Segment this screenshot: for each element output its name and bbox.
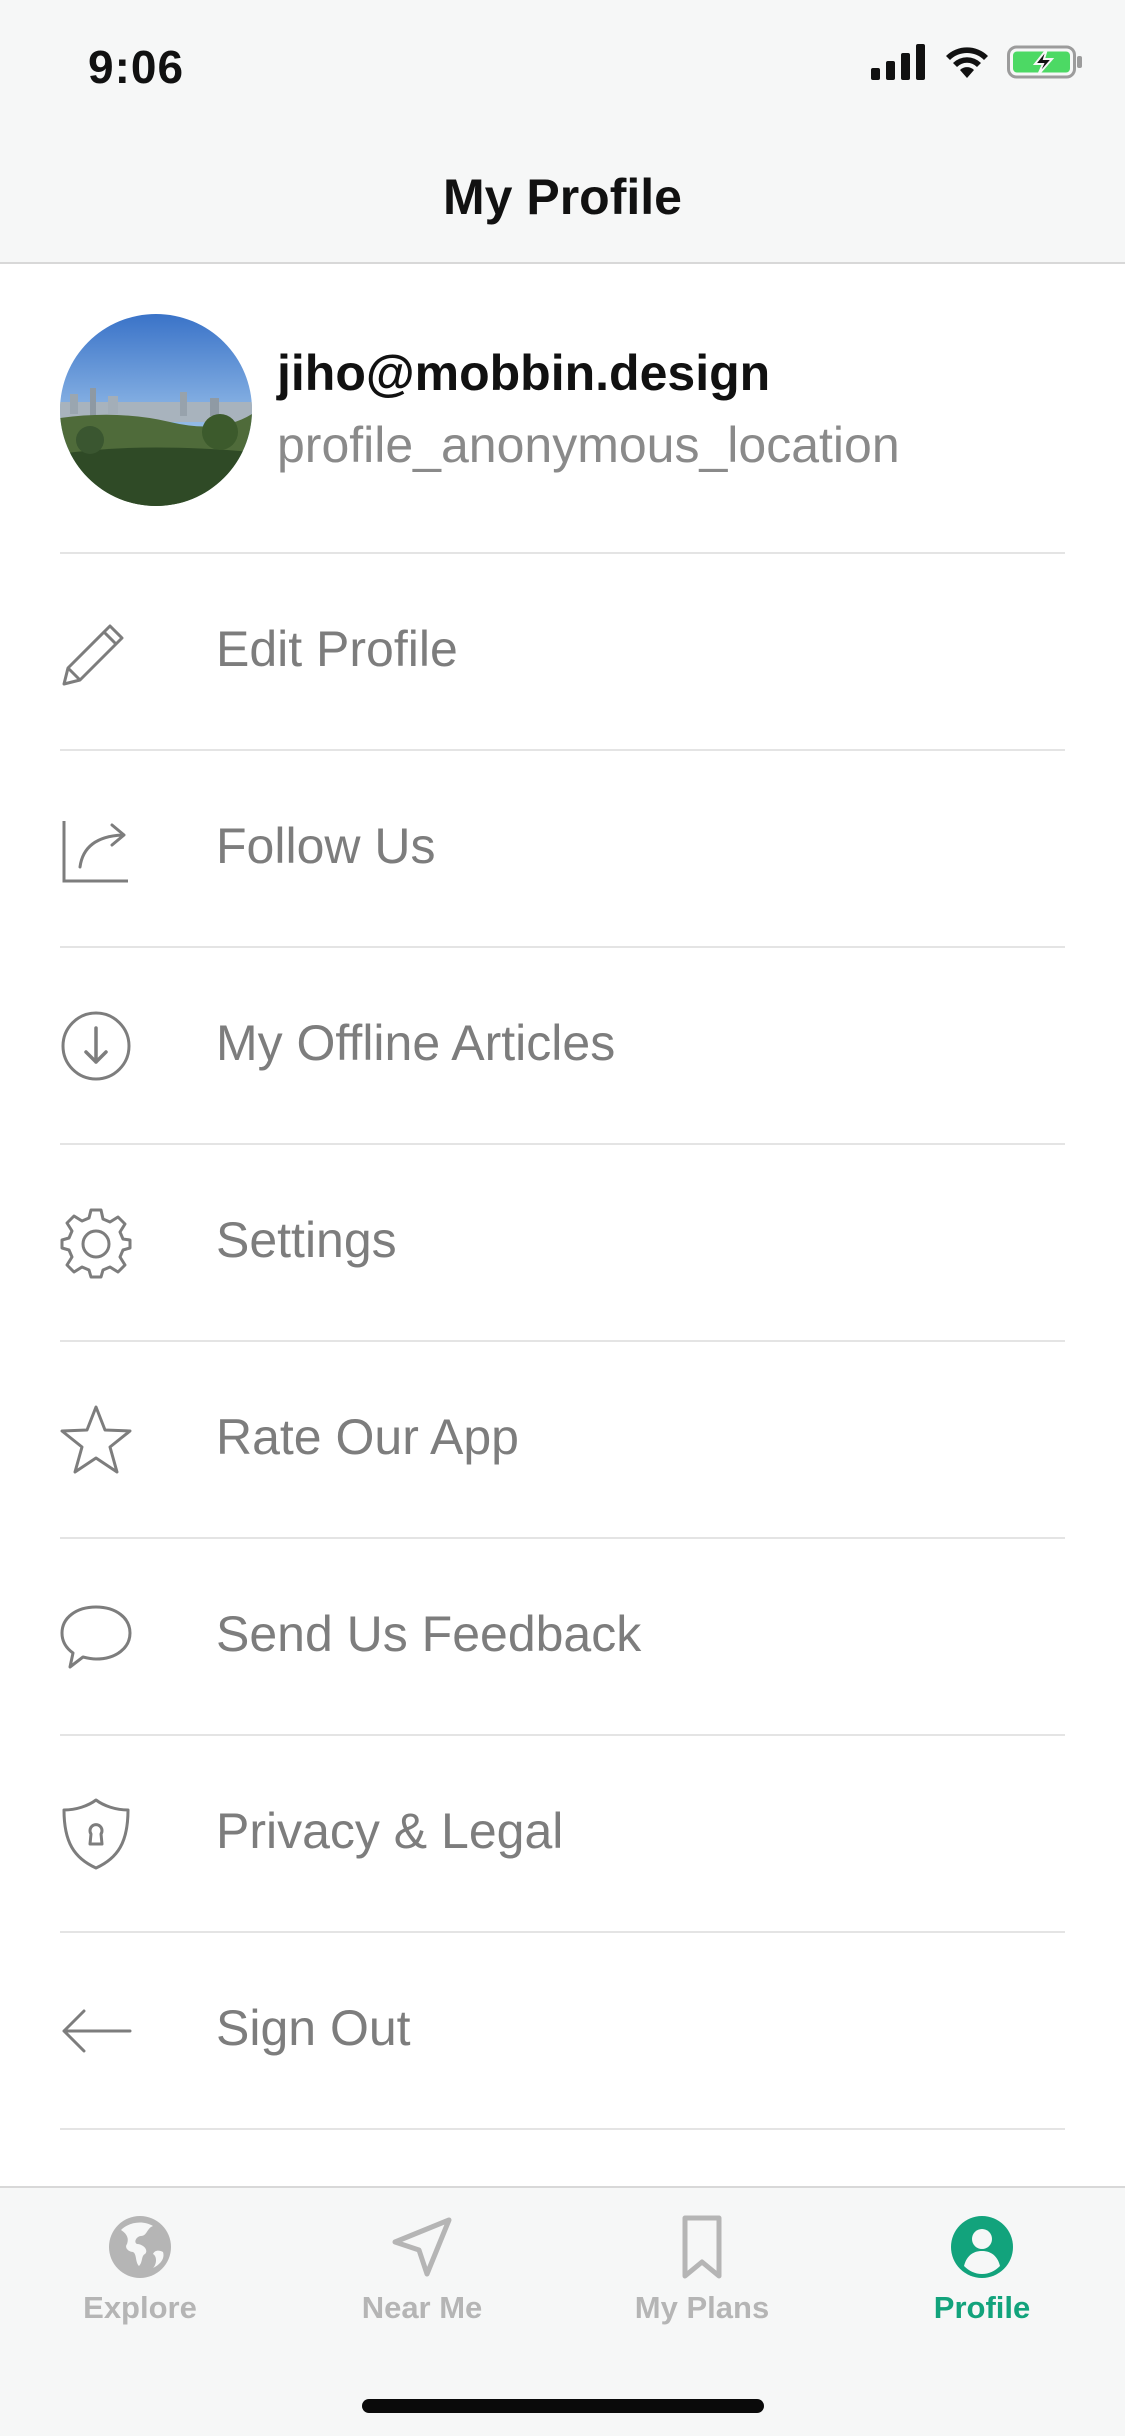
top-bar: 9:06 My Profile bbox=[0, 0, 1125, 264]
menu-item-edit-profile[interactable]: Edit Profile bbox=[60, 554, 1065, 751]
bookmark-icon bbox=[682, 2215, 722, 2279]
profile-email: jiho@mobbin.design bbox=[277, 345, 771, 401]
download-circle-icon bbox=[61, 1011, 131, 1081]
home-indicator[interactable] bbox=[362, 2399, 764, 2413]
menu-item-offline-articles[interactable]: My Offline Articles bbox=[60, 948, 1065, 1145]
avatar[interactable] bbox=[60, 314, 252, 506]
profile-menu: Edit Profile Follow Us My Offline Articl… bbox=[60, 554, 1065, 2130]
menu-label: Follow Us bbox=[216, 818, 436, 874]
status-icons bbox=[871, 44, 1083, 80]
shield-lock-icon bbox=[62, 1798, 130, 1870]
person-circle-icon bbox=[951, 2216, 1013, 2278]
menu-label: Privacy & Legal bbox=[216, 1803, 564, 1859]
tab-label: Near Me bbox=[361, 2290, 483, 2325]
page-title: My Profile bbox=[443, 169, 682, 225]
gear-icon bbox=[60, 1208, 132, 1279]
menu-item-sign-out[interactable]: Sign Out bbox=[60, 1933, 1065, 2130]
share-arrow-icon bbox=[62, 821, 128, 883]
menu-item-privacy-legal[interactable]: Privacy & Legal bbox=[60, 1736, 1065, 1933]
tab-near-me[interactable]: Near Me bbox=[312, 2214, 532, 2334]
tab-my-plans[interactable]: My Plans bbox=[592, 2214, 812, 2334]
arrow-left-icon bbox=[62, 2009, 132, 2053]
menu-label: My Offline Articles bbox=[216, 1015, 616, 1071]
tab-label: My Plans bbox=[634, 2290, 770, 2325]
menu-label: Settings bbox=[216, 1212, 397, 1268]
avatar-photo bbox=[60, 314, 252, 506]
globe-icon bbox=[109, 2216, 171, 2278]
tab-profile[interactable]: Profile bbox=[872, 2214, 1092, 2334]
menu-label: Edit Profile bbox=[216, 621, 458, 677]
battery-charging-icon bbox=[1007, 45, 1082, 79]
menu-item-follow-us[interactable]: Follow Us bbox=[60, 751, 1065, 948]
profile-header: jiho@mobbin.design profile_anonymous_loc… bbox=[60, 312, 1065, 552]
star-icon bbox=[60, 1405, 132, 1474]
tab-explore[interactable]: Explore bbox=[30, 2214, 250, 2334]
menu-label: Sign Out bbox=[216, 2000, 411, 2056]
pencil-icon bbox=[62, 624, 124, 686]
menu-label: Send Us Feedback bbox=[216, 1606, 642, 1662]
menu-label: Rate Our App bbox=[216, 1409, 519, 1465]
menu-item-rate-app[interactable]: Rate Our App bbox=[60, 1342, 1065, 1539]
cellular-signal-icon bbox=[871, 44, 925, 80]
tab-label: Profile bbox=[933, 2290, 1031, 2325]
menu-item-feedback[interactable]: Send Us Feedback bbox=[60, 1539, 1065, 1736]
location-arrow-icon bbox=[392, 2217, 452, 2277]
tab-label: Explore bbox=[83, 2290, 197, 2325]
status-time: 9:06 bbox=[88, 41, 185, 93]
menu-item-settings[interactable]: Settings bbox=[60, 1145, 1065, 1342]
wifi-icon bbox=[946, 47, 988, 78]
profile-location: profile_anonymous_location bbox=[277, 417, 900, 473]
speech-bubble-icon bbox=[60, 1605, 132, 1669]
